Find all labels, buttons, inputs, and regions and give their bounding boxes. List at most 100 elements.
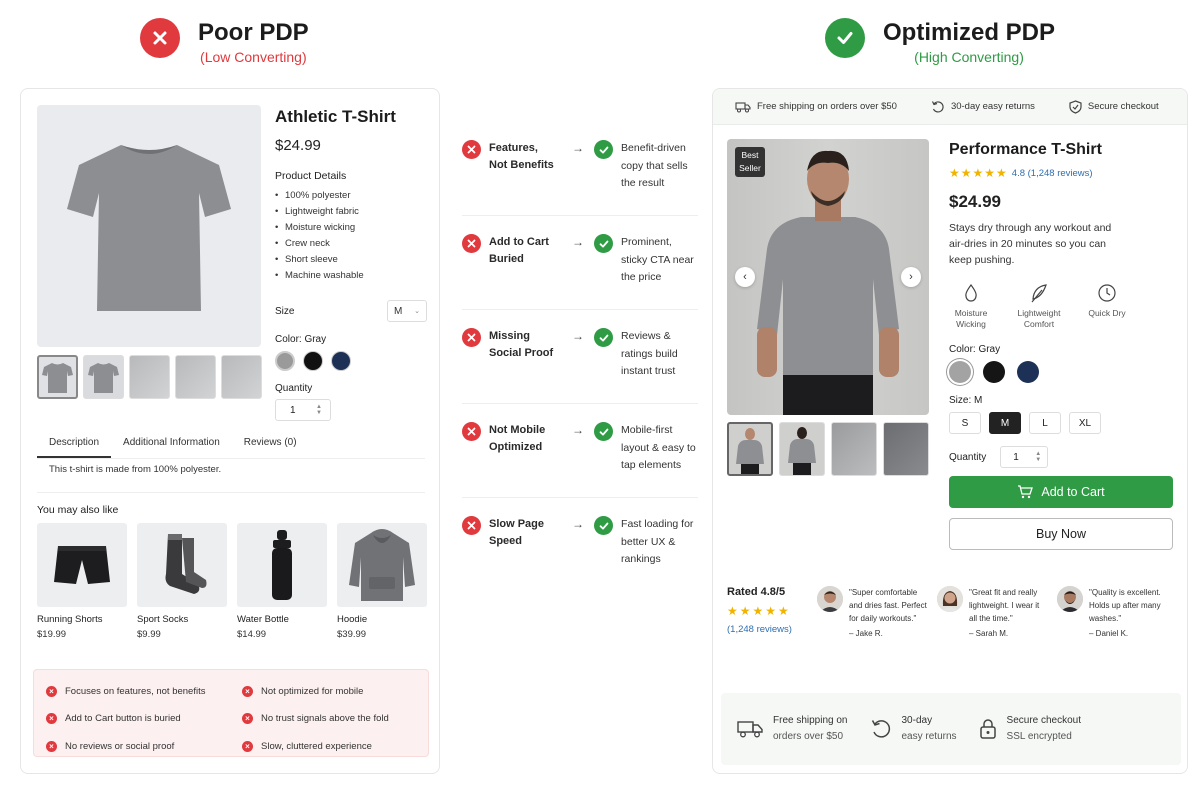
quantity-stepper[interactable]: 1 ▲ ▼ xyxy=(275,399,331,421)
thumbnail[interactable] xyxy=(831,422,877,476)
bottom-trust-bar: Free shipping on orders over $50 30-day … xyxy=(721,693,1181,765)
quantity-row: Quantity 1 ▲ ▼ xyxy=(949,446,1175,468)
poor-product-details: Athletic T-Shirt $24.99 Product Details … xyxy=(275,105,427,421)
color-swatch-gray[interactable] xyxy=(949,361,971,383)
x-icon: × xyxy=(46,686,57,698)
color-swatches xyxy=(275,351,427,371)
color-swatch-navy[interactable] xyxy=(1017,361,1039,383)
comparison-row: Not Mobile Optimized → Mobile-first layo… xyxy=(462,404,698,498)
check-circle-icon xyxy=(825,18,865,58)
problem-text: Slow Page Speed xyxy=(489,518,545,547)
feature-list: 100% polyester Lightweight fabric Moistu… xyxy=(275,188,427,284)
size-select[interactable]: M ⌄ xyxy=(387,300,427,322)
review-author: – Sarah M. xyxy=(969,629,1009,638)
x-circle-icon xyxy=(462,140,481,159)
bottom-trust-title: Free shipping on xyxy=(773,715,848,726)
x-icon: × xyxy=(242,713,253,725)
quantity-stepper[interactable]: 1 ▲ ▼ xyxy=(1000,446,1049,468)
problem-text: Missing Social Proof xyxy=(489,330,554,359)
check-circle-icon xyxy=(594,328,614,347)
product-price: $24.99 xyxy=(949,192,1001,211)
color-swatch-gray[interactable] xyxy=(275,351,295,371)
thumbnail[interactable] xyxy=(883,422,929,476)
quantity-value: 1 xyxy=(290,404,296,416)
optimized-pdp-header: Optimized PDP (High Converting) xyxy=(825,18,1055,66)
bottom-trust-sub: orders over $50 xyxy=(773,731,844,742)
shorts-icon[interactable] xyxy=(37,523,127,607)
stepper-arrows-icon[interactable]: ▲ ▼ xyxy=(1035,451,1041,463)
size-option[interactable]: L xyxy=(1029,412,1061,434)
related-product-price: $14.99 xyxy=(237,629,267,640)
size-option-selected[interactable]: M xyxy=(989,412,1021,434)
poor-pdp-title: Poor PDP xyxy=(198,19,309,46)
size-label: Size xyxy=(275,305,295,317)
star-rating-icon: ★★★★★ xyxy=(727,604,791,618)
related-product[interactable]: Sport Socks $9.99 xyxy=(137,523,227,640)
model-hero-image[interactable]: Best Seller ‹ › xyxy=(727,139,929,415)
issue-item: × No reviews or social proof xyxy=(46,737,242,756)
chevron-left-icon[interactable]: ‹ xyxy=(735,267,755,287)
thumbnail[interactable] xyxy=(221,355,262,399)
rating-summary[interactable]: ★★★★★ 4.8 (1,248 reviews) xyxy=(949,166,1175,180)
tab-description[interactable]: Description xyxy=(37,431,112,458)
stepper-arrows-icon[interactable]: ▲ ▼ xyxy=(316,404,322,416)
divider xyxy=(37,492,425,493)
tab-additional-information[interactable]: Additional Information xyxy=(111,431,232,458)
poor-pdp-header: Poor PDP (Low Converting) xyxy=(140,18,309,66)
thumbnail[interactable] xyxy=(129,355,170,399)
thumbnail[interactable] xyxy=(37,355,78,399)
arrow-right-icon: → xyxy=(572,329,585,343)
bottle-icon[interactable] xyxy=(237,523,327,607)
related-products-title: You may also like xyxy=(37,504,119,516)
comparison-row: Add to Cart Buried → Prominent, sticky C… xyxy=(462,216,698,310)
related-product[interactable]: Running Shorts $19.99 xyxy=(37,523,127,640)
socks-icon[interactable] xyxy=(137,523,227,607)
issue-item: × Add to Cart button is buried xyxy=(46,709,242,728)
color-swatch-black[interactable] xyxy=(303,351,323,371)
thumbnail[interactable] xyxy=(83,355,124,399)
tshirt-main-image[interactable] xyxy=(37,105,261,347)
thumbnail[interactable] xyxy=(727,422,773,476)
bottom-trust-returns: 30-day easy returns xyxy=(870,713,957,745)
chevron-right-icon[interactable]: › xyxy=(901,267,921,287)
color-swatch-black[interactable] xyxy=(983,361,1005,383)
comparison-list: Features, Not Benefits → Benefit-driven … xyxy=(462,122,698,592)
rating-link[interactable]: 4.8 (1,248 reviews) xyxy=(1012,168,1093,179)
avatar xyxy=(937,586,963,612)
rating-block: Rated 4.8/5 ★★★★★ (1,248 reviews) xyxy=(727,586,792,635)
hoodie-icon[interactable] xyxy=(337,523,427,607)
add-to-cart-button[interactable]: Add to Cart xyxy=(949,476,1173,508)
thumbnail[interactable] xyxy=(175,355,216,399)
optimized-pdp-card: Free shipping on orders over $50 30-day … xyxy=(712,88,1188,774)
product-details-heading: Product Details xyxy=(275,170,347,182)
quantity-label: Quantity xyxy=(275,383,313,394)
related-product[interactable]: Hoodie $39.99 xyxy=(337,523,427,640)
rated-title: Rated 4.8/5 xyxy=(727,586,786,598)
related-product[interactable]: Water Bottle $14.99 xyxy=(237,523,327,640)
x-circle-icon xyxy=(462,234,481,253)
arrow-right-icon: → xyxy=(572,235,585,249)
thumbnail[interactable] xyxy=(779,422,825,476)
x-circle-icon xyxy=(462,328,481,347)
buy-now-button[interactable]: Buy Now xyxy=(949,518,1173,550)
poor-pdp-subtitle: (Low Converting) xyxy=(200,49,307,65)
arrow-right-icon: → xyxy=(572,423,585,437)
reviews-link[interactable]: (1,248 reviews) xyxy=(727,624,792,635)
size-option[interactable]: S xyxy=(949,412,981,434)
list-item: 100% polyester xyxy=(275,188,427,204)
avatar xyxy=(1057,586,1083,612)
arrow-right-icon: → xyxy=(572,141,585,155)
tab-reviews[interactable]: Reviews (0) xyxy=(232,431,309,458)
x-icon: × xyxy=(242,686,253,698)
color-swatch-navy[interactable] xyxy=(331,351,351,371)
bottom-trust-shipping: Free shipping on orders over $50 xyxy=(737,713,848,745)
poor-pdp-card: Athletic T-Shirt $24.99 Product Details … xyxy=(20,88,440,774)
size-option[interactable]: XL xyxy=(1069,412,1101,434)
size-label: Size: M xyxy=(949,395,983,406)
feature-label: Lightweight Comfort xyxy=(1017,308,1061,329)
optimized-thumbnail-strip xyxy=(727,422,929,476)
trust-item-shipping: Free shipping on orders over $50 xyxy=(735,101,897,113)
list-item: Machine washable xyxy=(275,268,427,284)
x-icon: × xyxy=(46,740,57,752)
issue-item: × Focuses on features, not benefits xyxy=(46,682,242,701)
